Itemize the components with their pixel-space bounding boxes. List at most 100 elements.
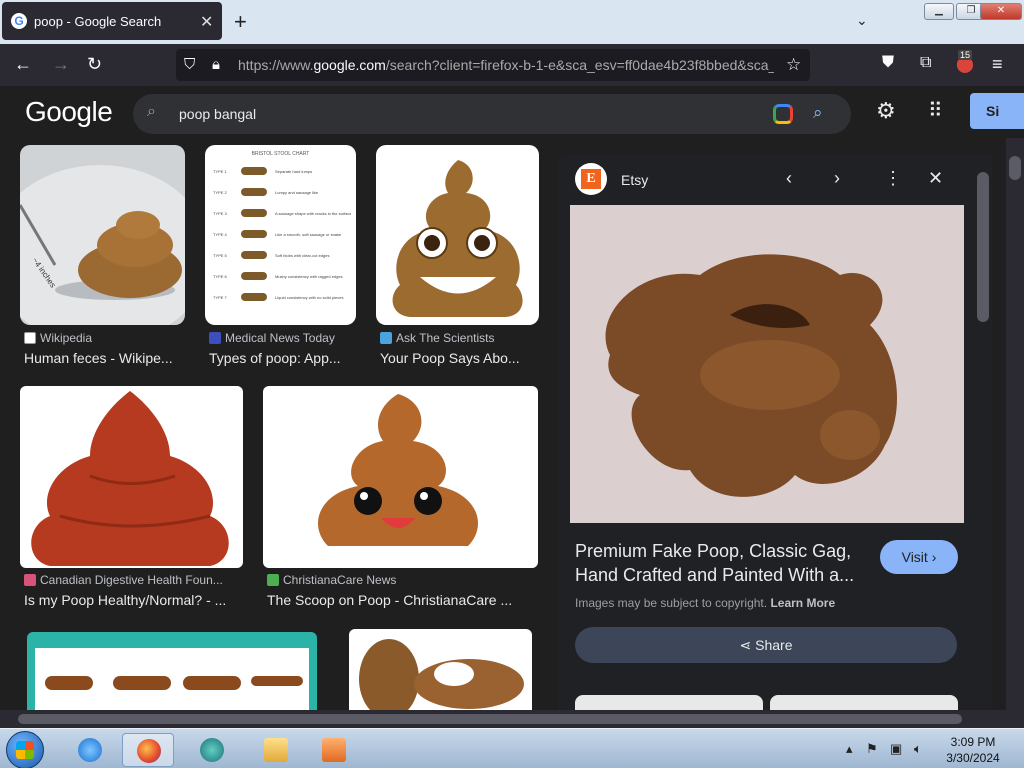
result-image[interactable]: ~4 inches: [20, 145, 185, 325]
scroll-thumb[interactable]: [18, 714, 962, 724]
result-image[interactable]: [27, 632, 317, 710]
bristol-row: TYPE 2 Lumpy and sausage like: [213, 186, 351, 200]
new-tab-button[interactable]: +: [234, 9, 247, 35]
bristol-type-label: TYPE 5: [213, 253, 227, 258]
result-title[interactable]: Your Poop Says Abo...: [380, 350, 540, 366]
result-image[interactable]: [349, 629, 532, 710]
list-tabs-chevron-icon[interactable]: ⌄: [856, 12, 868, 29]
search-box[interactable]: ⌕ ⌕: [133, 94, 851, 134]
lock-icon[interactable]: 🔒︎: [212, 56, 220, 73]
result-image[interactable]: BRISTOL STOOL CHART TYPE 1 Separate hard …: [205, 145, 356, 325]
related-image[interactable]: [575, 695, 763, 710]
bristol-description: Lumpy and sausage like: [275, 190, 319, 195]
show-hidden-icons-icon[interactable]: ▴: [846, 741, 853, 757]
bristol-row: TYPE 1 Separate hard lumps: [213, 165, 351, 179]
scroll-thumb[interactable]: [977, 172, 989, 322]
stool-shape: [241, 293, 267, 301]
google-apps-icon[interactable]: ⠿: [928, 98, 943, 123]
share-label: Share: [755, 637, 793, 653]
source-label: Medical News Today: [225, 331, 335, 345]
result-image[interactable]: [263, 386, 538, 568]
clock-time: 3:09 PM: [950, 735, 996, 749]
shield-icon[interactable]: ⛉: [184, 56, 195, 73]
bristol-type-label: TYPE 2: [213, 190, 227, 195]
volume-muted-icon[interactable]: 🔈︎: [914, 741, 922, 757]
search-submit-icon[interactable]: ⌕: [813, 103, 823, 123]
result-title[interactable]: The Scoop on Poop - ChristianaCare ...: [267, 592, 537, 608]
sign-in-button[interactable]: Si: [970, 93, 1024, 129]
network-icon[interactable]: ▣: [890, 741, 902, 757]
google-logo[interactable]: Google: [25, 96, 113, 128]
windows-taskbar: ▴ ⚑ ▣ 🔈︎ 3:09 PM 3/30/2024: [0, 728, 1024, 768]
search-icon: ⌕: [147, 103, 156, 120]
panel-scrollbar[interactable]: [974, 154, 992, 710]
media-player-icon[interactable]: [308, 733, 360, 767]
menu-icon[interactable]: ≡: [992, 54, 1003, 75]
copyright-text: Images may be subject to copyright.: [575, 596, 768, 610]
internet-explorer-icon[interactable]: [64, 733, 116, 767]
action-center-flag-icon[interactable]: ⚑: [866, 741, 878, 757]
image-preview-panel: E Etsy ‹ › ⋮ ✕ Premium Fake Poop, Classi…: [558, 154, 974, 710]
next-icon[interactable]: ›: [834, 168, 840, 189]
close-preview-icon[interactable]: ✕: [928, 168, 943, 189]
file-explorer-icon[interactable]: [250, 733, 302, 767]
google-lens-icon[interactable]: [773, 104, 793, 124]
result-source[interactable]: ChristianaCare News: [267, 573, 537, 587]
bristol-row: TYPE 6 Mushy consistency with ragged edge…: [213, 270, 351, 284]
horizontal-scrollbar[interactable]: [0, 710, 1024, 728]
system-clock[interactable]: 3:09 PM 3/30/2024: [940, 734, 1006, 766]
visit-button[interactable]: Visit ›: [880, 540, 958, 574]
google-header: Google ⌕ ⌕ ⚙ ⠿ Si: [0, 86, 1024, 138]
clock-date: 3/30/2024: [946, 751, 1000, 765]
search-input[interactable]: [179, 102, 679, 126]
source-label: Ask The Scientists: [396, 331, 495, 345]
fake-poop-photo: [359, 639, 524, 710]
extensions-icon[interactable]: ⧉: [920, 54, 931, 72]
result-image[interactable]: [20, 386, 243, 568]
previous-icon[interactable]: ‹: [786, 168, 792, 189]
preview-title[interactable]: Premium Fake Poop, Classic Gag, Hand Cra…: [575, 539, 865, 587]
bookmark-star-icon[interactable]: ☆: [786, 55, 801, 75]
firefox-icon[interactable]: [122, 733, 174, 767]
source-label: Wikipedia: [40, 331, 93, 345]
preview-image[interactable]: [570, 205, 964, 523]
result-source[interactable]: Ask The Scientists: [380, 331, 540, 345]
poop-photo: ~4 inches: [20, 165, 185, 325]
windows-logo-icon: [16, 741, 34, 759]
address-bar[interactable]: ⛉ 🔒︎ https://www.google.com/search?clien…: [176, 49, 810, 81]
result-image[interactable]: [376, 145, 539, 325]
url-text[interactable]: https://www.google.com/search?client=fir…: [238, 57, 774, 73]
chevron-right-icon: ›: [931, 549, 937, 565]
navigation-bar: ← → ↻ ⛉ 🔒︎ https://www.google.com/search…: [0, 44, 1024, 86]
wikipedia-favicon-icon: [24, 332, 36, 344]
page-scrollbar[interactable]: [1006, 138, 1024, 710]
tab-close-icon[interactable]: ✕: [200, 12, 213, 32]
learn-more-link[interactable]: Learn More: [770, 596, 835, 610]
result-source[interactable]: Wikipedia: [24, 331, 184, 345]
result-title[interactable]: Types of poop: App...: [209, 350, 357, 366]
result-source[interactable]: Canadian Digestive Health Foun...: [24, 573, 238, 587]
start-button[interactable]: [6, 731, 44, 768]
reload-icon[interactable]: ↻: [87, 54, 102, 75]
window-close-button[interactable]: ✕: [980, 3, 1022, 20]
result-source[interactable]: Medical News Today: [209, 331, 357, 345]
bristol-description: Separate hard lumps: [275, 169, 313, 174]
media-app-icon[interactable]: [186, 733, 238, 767]
forward-icon[interactable]: →: [52, 54, 70, 75]
scroll-thumb[interactable]: [1009, 156, 1021, 180]
share-button[interactable]: ⋖ Share: [575, 627, 957, 663]
share-icon: ⋖: [739, 637, 752, 653]
pocket-icon[interactable]: ⛊: [882, 54, 894, 72]
more-options-icon[interactable]: ⋮: [884, 168, 902, 189]
settings-gear-icon[interactable]: ⚙: [876, 98, 896, 124]
minimize-button[interactable]: ▁: [924, 3, 954, 20]
result-title[interactable]: Human feces - Wikipe...: [24, 350, 184, 366]
source-site-name[interactable]: Etsy: [621, 172, 648, 188]
browser-tab[interactable]: G poop - Google Search ✕: [2, 2, 222, 40]
result-title[interactable]: Is my Poop Healthy/Normal? - ...: [24, 592, 238, 608]
related-image[interactable]: [770, 695, 958, 710]
etsy-logo[interactable]: E: [575, 163, 607, 195]
back-icon[interactable]: ←: [14, 54, 32, 75]
fake-poop-preview-photo: [570, 205, 964, 523]
url-prefix: https://www.: [238, 57, 314, 73]
